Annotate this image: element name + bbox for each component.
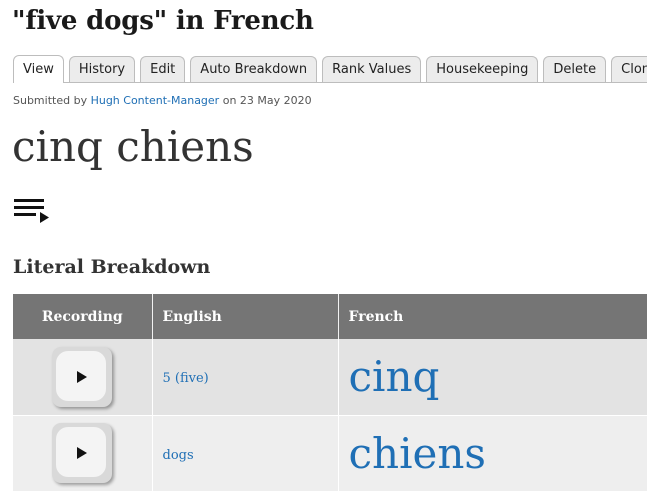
tab-auto-breakdown[interactable]: Auto Breakdown xyxy=(190,56,318,82)
headword: cinq chiens xyxy=(12,122,254,171)
column-header-recording: Recording xyxy=(13,294,152,339)
french-link[interactable]: cinq xyxy=(349,352,440,401)
english-link[interactable]: 5 (five) xyxy=(163,371,209,386)
table-header-row: Recording English French xyxy=(13,294,647,339)
tab-view[interactable]: View xyxy=(13,55,64,83)
submitted-prefix: Submitted by xyxy=(13,94,88,107)
french-cell: cinq xyxy=(337,339,647,416)
column-header-french: French xyxy=(337,294,647,339)
column-header-english: English xyxy=(151,294,338,339)
tab-rank-values[interactable]: Rank Values xyxy=(322,56,422,82)
english-cell: dogs xyxy=(151,415,338,492)
play-icon xyxy=(77,447,88,459)
english-cell: 5 (five) xyxy=(151,339,338,416)
tab-housekeeping[interactable]: Housekeeping xyxy=(426,56,539,82)
play-recording-button[interactable] xyxy=(52,346,113,407)
play-recording-button[interactable] xyxy=(52,423,113,483)
tab-delete[interactable]: Delete xyxy=(543,56,607,82)
recording-cell xyxy=(13,339,152,416)
tab-edit[interactable]: Edit xyxy=(140,56,186,82)
recording-cell xyxy=(13,415,152,492)
tab-clone[interactable]: Clone xyxy=(611,56,647,82)
french-link[interactable]: chiens xyxy=(349,429,486,478)
tab-bar: View History Edit Auto Breakdown Rank Va… xyxy=(13,54,647,83)
submitted-info: Submitted by Hugh Content-Manager on 23 … xyxy=(13,94,312,107)
section-title: Literal Breakdown xyxy=(13,256,211,278)
page-title: "five dogs" in French xyxy=(12,6,314,36)
table-row: 5 (five) cinq xyxy=(13,339,647,416)
table-row: dogs chiens xyxy=(13,415,647,492)
author-link[interactable]: Hugh Content-Manager xyxy=(91,94,220,107)
french-cell: chiens xyxy=(337,415,647,492)
submitted-date: on 23 May 2020 xyxy=(222,94,312,107)
breakdown-table: Recording English French 5 (five) cinq d… xyxy=(13,294,647,492)
playlist-play-icon[interactable] xyxy=(14,198,50,224)
tab-history[interactable]: History xyxy=(68,56,136,82)
english-link[interactable]: dogs xyxy=(163,448,194,463)
play-icon xyxy=(77,370,88,383)
